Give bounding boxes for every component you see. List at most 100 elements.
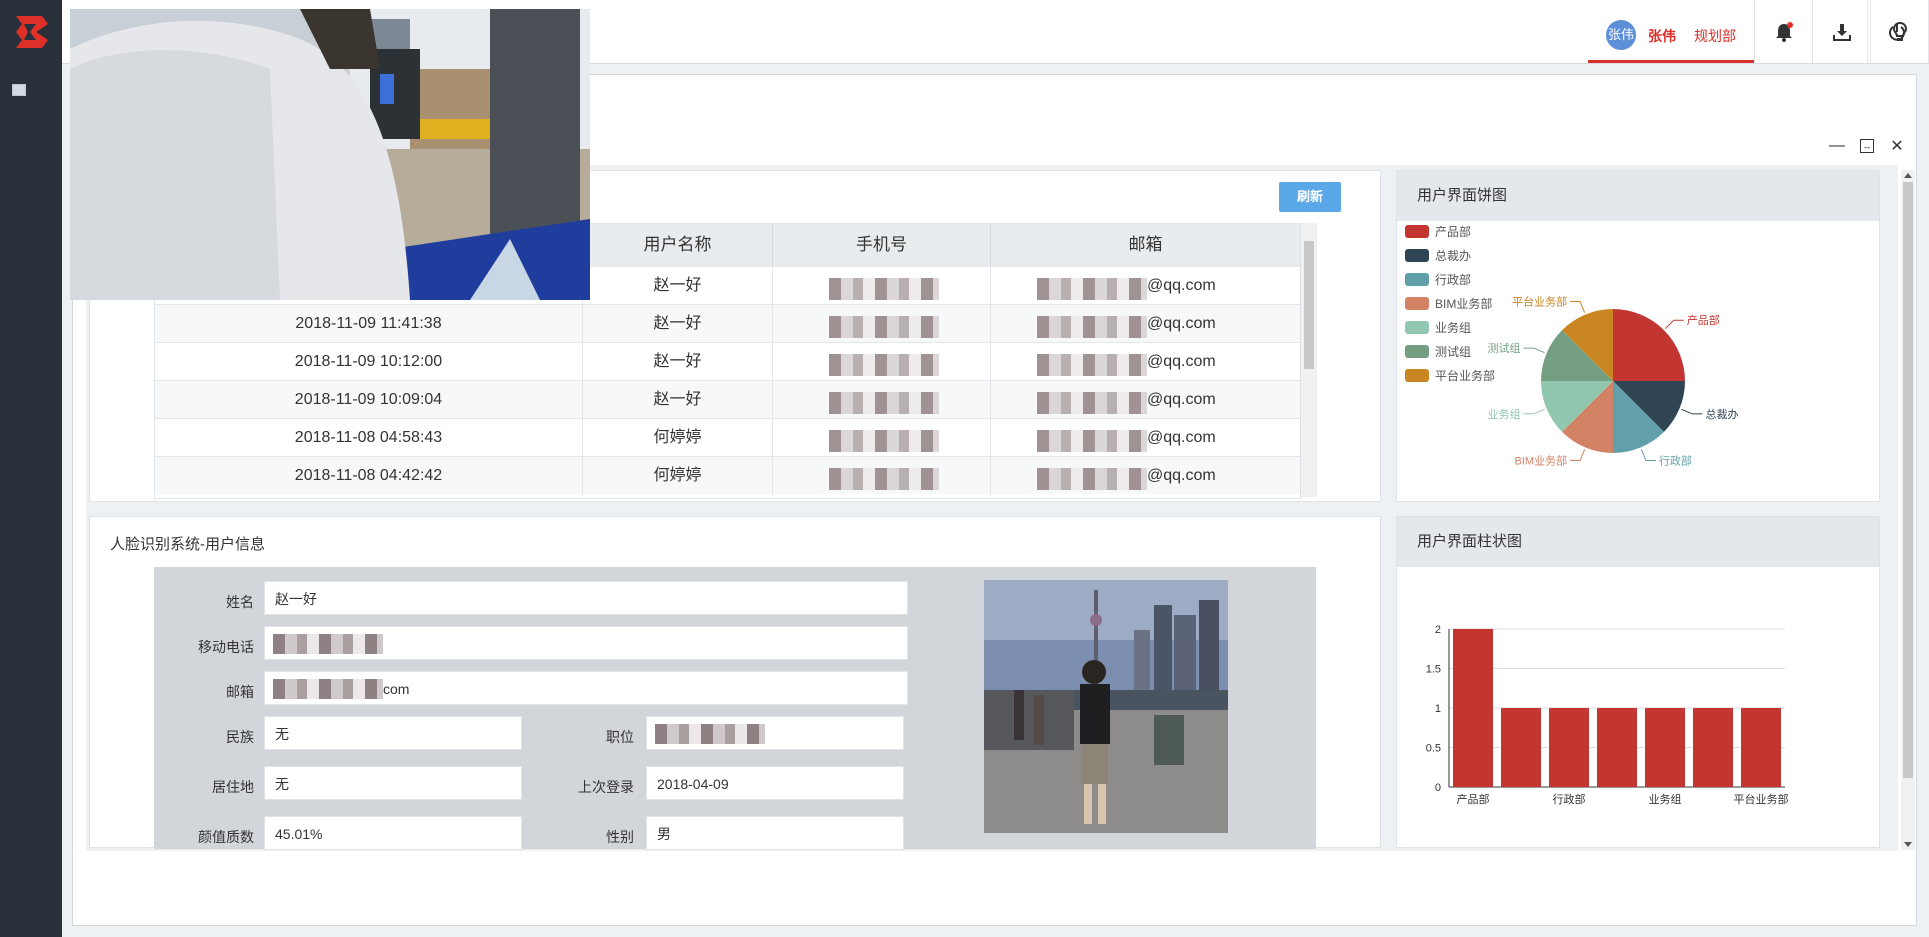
login-time-cell: 2018-11-09 11:41:38 <box>155 305 583 343</box>
close-icon[interactable]: ✕ <box>1888 137 1906 155</box>
x-tick-label: 平台业务部 <box>1734 792 1789 806</box>
login-time-cell: 2018-11-08 04:42:42 <box>155 457 583 495</box>
page-scrollbar[interactable] <box>1901 170 1915 850</box>
name-label: 姓名 <box>226 594 254 610</box>
user-photo <box>984 580 1228 833</box>
bar[interactable] <box>1645 708 1685 787</box>
ethnic-label: 民族 <box>226 729 254 745</box>
pie-label: 产品部 <box>1687 313 1720 327</box>
bar[interactable] <box>1501 708 1541 787</box>
x-tick-label: 业务组 <box>1649 792 1682 806</box>
sidebar-menu-icon[interactable] <box>12 84 26 96</box>
user-department: 规划部 <box>1694 28 1736 44</box>
avatar: 张伟 <box>1606 20 1636 50</box>
user-menu[interactable]: 张伟 张伟 规划部 <box>1588 0 1754 63</box>
bar[interactable] <box>1549 708 1589 787</box>
last-login-label: 上次登录 <box>578 779 634 795</box>
legend-item[interactable]: 业务组 <box>1405 319 1471 335</box>
legend-item[interactable]: 总裁办 <box>1405 247 1471 263</box>
mobile-field[interactable] <box>264 626 908 660</box>
legend-label: 平台业务部 <box>1435 368 1496 383</box>
power-icon <box>1889 22 1905 41</box>
bar-chart-panel: 用户界面柱状图 0 0.5 1 1.5 2 产品部 行政部 业务组 平台业务部 <box>1396 516 1880 848</box>
last-login-field[interactable]: 2018-04-09 <box>646 766 904 800</box>
bar[interactable] <box>1597 708 1637 787</box>
table-row[interactable]: 2018-11-09 11:41:38 赵一好 @qq.com <box>155 304 1301 343</box>
redacted-value <box>1037 354 1147 376</box>
email-label: 邮箱 <box>226 684 254 700</box>
pie-label-line <box>1681 408 1703 415</box>
residence-label: 居住地 <box>212 779 254 795</box>
legend-swatch <box>1405 344 1429 358</box>
legend-item[interactable]: 测试组 <box>1405 343 1471 359</box>
bar-chart-title: 用户界面柱状图 <box>1397 517 1879 567</box>
column-header-username: 用户名称 <box>583 224 773 266</box>
legend-item[interactable]: 行政部 <box>1405 271 1471 287</box>
x-tick-label: 产品部 <box>1457 792 1490 806</box>
legend-label: 测试组 <box>1435 344 1472 359</box>
residence-field[interactable]: 无 <box>264 766 522 800</box>
gender-field[interactable]: 男 <box>646 816 904 850</box>
legend-label: BIM业务部 <box>1435 296 1493 311</box>
redacted-value <box>829 392 939 414</box>
phone-cell <box>773 305 991 343</box>
bar[interactable] <box>1741 708 1781 787</box>
redacted-value <box>1037 468 1147 490</box>
email-cell: @qq.com <box>991 419 1301 457</box>
bar[interactable] <box>1453 629 1493 787</box>
legend-swatch <box>1405 248 1429 262</box>
pie-label-line <box>1664 319 1684 330</box>
redacted-value <box>1037 316 1147 338</box>
email-cell: @qq.com <box>991 343 1301 381</box>
legend-item[interactable]: BIM业务部 <box>1405 295 1492 311</box>
pie-label: 行政部 <box>1659 453 1692 467</box>
email-cell: @qq.com <box>991 457 1301 495</box>
refresh-button[interactable]: 刷新 <box>1279 182 1341 212</box>
gender-label: 性别 <box>606 829 634 845</box>
redacted-value <box>829 278 939 300</box>
name-field[interactable]: 赵一好 <box>264 581 908 615</box>
logout-button[interactable] <box>1867 0 1926 63</box>
username-cell: 赵一好 <box>583 305 773 343</box>
table-row[interactable]: 2018-11-08 04:42:42 何婷婷 @qq.com <box>155 456 1301 495</box>
login-time-cell: 2018-11-08 04:58:43 <box>155 419 583 457</box>
phone-cell <box>773 267 991 305</box>
pie-label-line <box>1640 449 1656 461</box>
legend-item[interactable]: 平台业务部 <box>1405 367 1495 383</box>
column-header-phone: 手机号 <box>773 224 991 266</box>
minimize-icon[interactable]: — <box>1828 137 1846 155</box>
redacted-value <box>829 316 939 338</box>
panel-title: 人脸识别系统-用户信息 <box>110 536 265 553</box>
legend-label: 业务组 <box>1435 320 1472 335</box>
legend-item[interactable]: 产品部 <box>1405 223 1471 239</box>
email-suffix: @qq.com <box>1147 353 1216 370</box>
table-row[interactable]: 2018-11-09 10:09:04 赵一好 @qq.com <box>155 380 1301 419</box>
restore-icon[interactable]: ↔ <box>1860 139 1874 153</box>
redacted-value <box>273 634 383 654</box>
score-field[interactable]: 45.01% <box>264 816 522 850</box>
legend-swatch <box>1405 296 1429 310</box>
table-row[interactable]: 2018-11-09 10:12:00 赵一好 @qq.com <box>155 342 1301 381</box>
camera-video-feed <box>70 9 590 300</box>
notification-button[interactable] <box>1754 0 1813 63</box>
table-scrollbar[interactable] <box>1300 223 1317 497</box>
username-cell: 赵一好 <box>583 343 773 381</box>
pie-label-line <box>1570 301 1586 313</box>
download-icon <box>1833 23 1851 41</box>
email-field[interactable]: com <box>264 671 908 705</box>
pie-label: BIM业务部 <box>1515 453 1568 467</box>
legend-swatch <box>1405 224 1429 238</box>
scroll-thumb[interactable] <box>1304 241 1314 369</box>
table-row[interactable]: 2018-11-08 04:58:43 何婷婷 @qq.com <box>155 418 1301 457</box>
ethnic-field[interactable]: 无 <box>264 716 522 750</box>
email-cell: @qq.com <box>991 305 1301 343</box>
bar[interactable] <box>1693 708 1733 787</box>
legend-swatch <box>1405 368 1429 382</box>
username-cell: 赵一好 <box>583 381 773 419</box>
legend-swatch <box>1405 272 1429 286</box>
position-label: 职位 <box>606 729 634 745</box>
download-button[interactable] <box>1812 0 1871 63</box>
position-field[interactable] <box>646 716 904 750</box>
brand-logo-icon[interactable] <box>12 12 50 52</box>
email-suffix: @qq.com <box>1147 429 1216 446</box>
